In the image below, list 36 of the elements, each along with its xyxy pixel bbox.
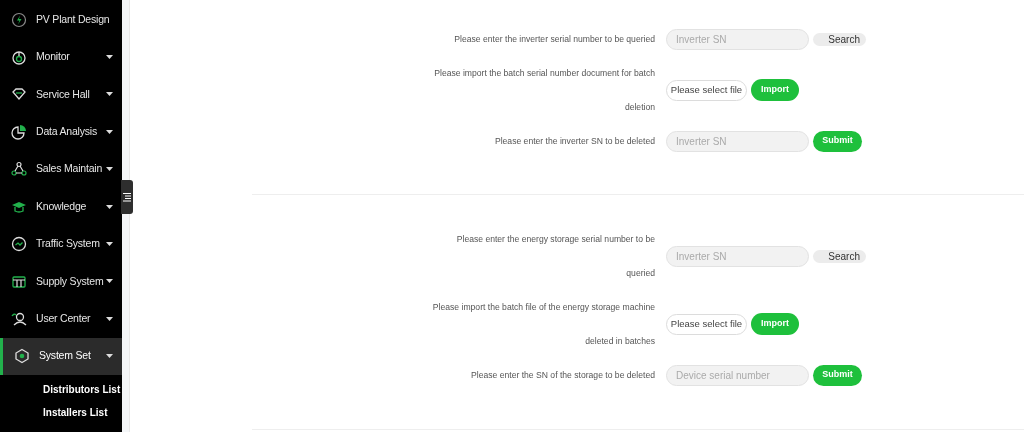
- menu-icon: [11, 236, 27, 253]
- collapse-handle[interactable]: [121, 180, 133, 214]
- menu-icon: [11, 273, 27, 290]
- input-field[interactable]: Inverter SN: [666, 28, 809, 50]
- sidebar-item[interactable]: System Set: [0, 337, 122, 375]
- menu-icon: [11, 49, 27, 66]
- sidebar-item[interactable]: Service Hall: [0, 75, 122, 114]
- menu-icon: [11, 161, 27, 178]
- sidebar-item[interactable]: Knowledge: [0, 187, 122, 226]
- menu-icon: [14, 348, 30, 365]
- submenu-item[interactable]: Distributors List: [0, 377, 122, 401]
- sidebar-item[interactable]: Monitor: [0, 38, 122, 76]
- search-button[interactable]: Search: [813, 32, 866, 46]
- file-select-button[interactable]: Please select file: [666, 313, 747, 335]
- input-field[interactable]: Device serial number: [666, 364, 809, 386]
- sidebar-item[interactable]: Data Analysis: [0, 113, 122, 151]
- input-field[interactable]: Inverter SN: [666, 245, 809, 267]
- field-label: Please enter the energy storage serial number to be queried: [455, 233, 656, 280]
- field-label: Please import the batch serial number document for batch deletion: [433, 67, 656, 114]
- input-field[interactable]: Inverter SN: [666, 130, 809, 152]
- menu-icon: [11, 11, 27, 28]
- field-label: Please import the batch file of the energy storage machine deleted in batches: [431, 301, 656, 348]
- search-button[interactable]: Search: [813, 249, 866, 263]
- sidebar-item[interactable]: Sales Maintain: [0, 150, 122, 188]
- file-select-button[interactable]: Please select file: [666, 79, 747, 101]
- field-label: Please enter the inverter SN to be deleted: [493, 135, 656, 148]
- list-icon: [123, 192, 131, 202]
- sidebar-item[interactable]: User Center: [0, 300, 122, 338]
- sidebar-item[interactable]: PV Plant Design: [0, 1, 122, 39]
- sidebar-item[interactable]: Supply System: [0, 262, 122, 301]
- menu-icon: [11, 123, 27, 140]
- field-label: Please enter the inverter serial number to be queried: [453, 33, 656, 46]
- submenu-item[interactable]: Installers List: [0, 400, 122, 424]
- field-label: Please enter the SN of the storage to be deleted: [470, 369, 656, 382]
- sidebar-item[interactable]: Traffic System: [0, 225, 122, 263]
- menu-icon: [11, 310, 27, 327]
